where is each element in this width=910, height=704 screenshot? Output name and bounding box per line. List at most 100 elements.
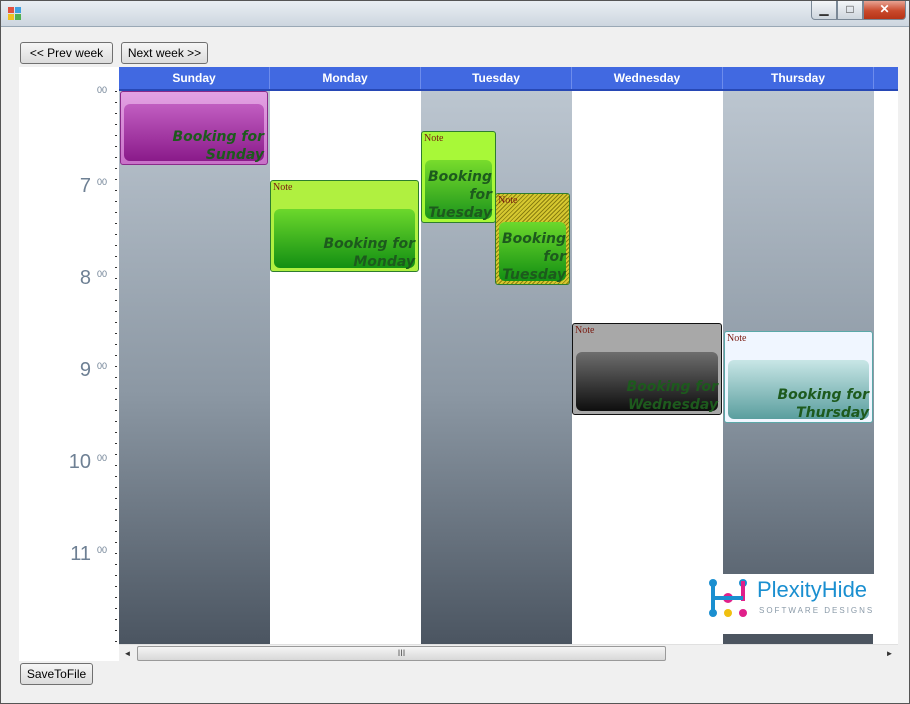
ruler-tick xyxy=(115,322,117,323)
ruler-tick xyxy=(115,245,117,246)
ruler-tick xyxy=(115,597,117,598)
ruler-tick xyxy=(115,212,117,213)
ruler-tick xyxy=(115,531,117,532)
ruler-tick xyxy=(115,267,117,268)
ruler-tick xyxy=(115,619,117,620)
booking-note: Note xyxy=(273,182,293,193)
ruler-tick xyxy=(115,168,117,169)
ruler-tick xyxy=(115,300,117,301)
booking-thursday[interactable]: Note Booking for Thursday xyxy=(724,331,873,423)
booking-tuesday-2[interactable]: Note Booking for Tuesday xyxy=(495,193,570,285)
title-bar[interactable]: ▁ □ ✕ xyxy=(1,1,909,27)
ruler-tick xyxy=(115,190,117,191)
ruler-tick xyxy=(115,135,117,136)
plexityhide-logo: PlexityHide SOFTWARE DESIGNS xyxy=(705,574,891,634)
ruler-tick xyxy=(115,608,117,609)
minute-label: 00 xyxy=(97,361,108,371)
ruler-tick xyxy=(115,355,117,356)
ruler-tick xyxy=(115,102,117,103)
time-column: 6 00 7 00 8 00 9 00 10 00 11 00 xyxy=(19,67,119,644)
ruler-tick xyxy=(115,256,117,257)
app-icon xyxy=(8,7,22,21)
ruler-tick xyxy=(115,553,117,554)
day-header-monday[interactable]: Monday xyxy=(270,67,421,89)
ruler-tick xyxy=(115,289,117,290)
scroll-right-arrow-icon[interactable]: ► xyxy=(881,645,898,661)
minute-label: 00 xyxy=(97,269,108,279)
hour-label: 7 xyxy=(79,175,91,197)
booking-sunday[interactable]: Booking for Sunday xyxy=(120,91,268,165)
ruler-tick xyxy=(115,421,117,422)
day-column-sunday[interactable] xyxy=(119,91,270,644)
time-ruler xyxy=(115,91,117,644)
scroll-thumb[interactable]: III xyxy=(137,646,666,661)
main-window: ▁ □ ✕ << Prev week Next week >> 6 00 7 0… xyxy=(0,0,910,704)
ruler-tick xyxy=(115,201,117,202)
ruler-tick xyxy=(115,366,117,367)
day-header-row: Sunday Monday Tuesday Wednesday Thursday xyxy=(119,67,898,91)
booking-text: Booking for Thursday xyxy=(777,387,870,421)
ruler-tick xyxy=(115,377,117,378)
ruler-tick xyxy=(115,311,117,312)
hour-label: 8 xyxy=(79,267,91,289)
ruler-tick xyxy=(115,344,117,345)
scroll-left-arrow-icon[interactable]: ◄ xyxy=(119,645,136,661)
prev-week-button[interactable]: << Prev week xyxy=(20,42,113,64)
ruler-tick xyxy=(115,388,117,389)
booking-wednesday[interactable]: Note Booking for Wednesday xyxy=(572,323,722,415)
booking-tuesday-1[interactable]: Note Booking for Tuesday xyxy=(421,131,496,223)
ruler-tick xyxy=(115,146,117,147)
booking-text: Booking for Monday xyxy=(323,236,416,270)
next-week-button[interactable]: Next week >> xyxy=(121,42,208,64)
day-header-wednesday[interactable]: Wednesday xyxy=(572,67,723,89)
ruler-tick xyxy=(115,234,117,235)
booking-text: Booking for Tuesday xyxy=(427,169,492,221)
day-column-monday[interactable] xyxy=(270,91,421,644)
day-header-thursday[interactable]: Thursday xyxy=(723,67,874,89)
booking-note: Note xyxy=(498,195,518,206)
calendar-view[interactable]: 6 00 7 00 8 00 9 00 10 00 11 00 Sunday M… xyxy=(19,67,898,661)
hour-label: 9 xyxy=(79,359,91,381)
maximize-button[interactable]: □ xyxy=(837,1,863,20)
ruler-tick xyxy=(115,575,117,576)
ruler-tick xyxy=(115,410,117,411)
save-to-file-button[interactable]: SaveToFile xyxy=(20,663,93,685)
ruler-tick xyxy=(115,641,117,642)
minute-label: 00 xyxy=(97,177,108,187)
ruler-tick xyxy=(115,476,117,477)
logo-tagline: SOFTWARE DESIGNS xyxy=(759,606,875,615)
day-header-tuesday[interactable]: Tuesday xyxy=(421,67,572,89)
day-header-sunday[interactable]: Sunday xyxy=(119,67,270,89)
minute-label: 00 xyxy=(97,85,108,95)
ruler-tick xyxy=(115,509,117,510)
close-button[interactable]: ✕ xyxy=(863,1,906,20)
ruler-tick xyxy=(115,399,117,400)
minute-label: 00 xyxy=(97,545,108,555)
ruler-tick xyxy=(115,630,117,631)
booking-text: Booking for Wednesday xyxy=(626,379,719,413)
ruler-tick xyxy=(115,278,117,279)
ruler-tick xyxy=(115,113,117,114)
ruler-tick xyxy=(115,179,117,180)
booking-text: Booking for Tuesday xyxy=(501,231,566,283)
minimize-button[interactable]: ▁ xyxy=(811,1,837,20)
ruler-tick xyxy=(115,498,117,499)
logo-mark-icon xyxy=(709,579,747,617)
ruler-tick xyxy=(115,333,117,334)
ruler-tick xyxy=(115,454,117,455)
booking-note: Note xyxy=(727,333,747,344)
ruler-tick xyxy=(115,157,117,158)
ruler-tick xyxy=(115,542,117,543)
ruler-tick xyxy=(115,465,117,466)
ruler-tick xyxy=(115,124,117,125)
ruler-tick xyxy=(115,432,117,433)
ruler-tick xyxy=(115,564,117,565)
booking-monday[interactable]: Note Booking for Monday xyxy=(270,180,419,272)
hour-label: 10 xyxy=(68,451,91,473)
ruler-tick xyxy=(115,223,117,224)
hour-label: 11 xyxy=(70,543,91,565)
booking-note: Note xyxy=(424,133,444,144)
horizontal-scrollbar[interactable]: ◄ III ► xyxy=(119,644,898,661)
booking-text: Booking for Sunday xyxy=(172,129,265,163)
logo-name: PlexityHide xyxy=(757,577,868,602)
